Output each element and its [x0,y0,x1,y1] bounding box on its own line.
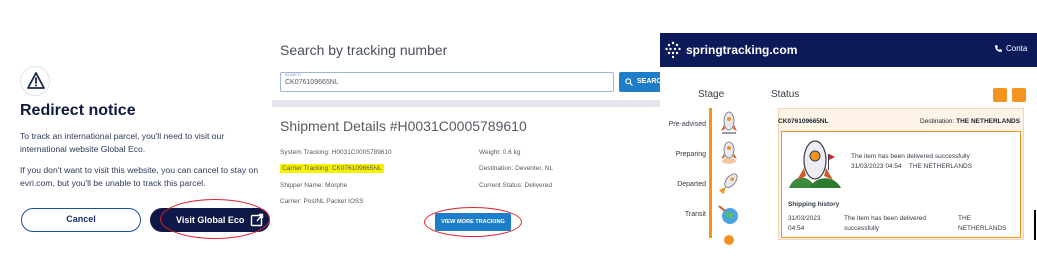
history-event: The item has been delivered [844,215,927,222]
system-tracking: System Tracking: H0031C0005789610 [280,149,392,156]
shipping-history-title: Shipping history [788,201,840,208]
divider-bar [272,100,660,107]
stage-timeline [709,108,712,238]
dialog-title: Redirect notice [20,102,136,119]
stage-header: Stage [698,89,725,100]
search-input[interactable]: SEARCH CK076109665NL [280,72,614,92]
shipment-details-title: Shipment Details #H0031C0005789610 [280,118,527,134]
annotation-circle [424,207,522,237]
redirect-dialog: Redirect notice To track an internationa… [0,0,272,271]
globe-icon [718,205,738,224]
stage-next-icon [724,235,734,245]
rocket-flying-icon [718,173,738,195]
stage-departed: Departed [677,181,706,188]
delivered-rocket-icon [789,140,841,188]
history-place: THE [958,215,971,222]
dialog-warning-message: If you don't want to visit this website,… [20,165,259,188]
stage-transit: Transit [684,211,706,218]
status-datetime: 31/03/2023 04:54 THE NETHERLANDS [851,163,972,170]
destination-label: Destination: [920,118,955,125]
phone-icon [995,45,1002,52]
status-header: Status [771,89,800,100]
contact-link[interactable]: Conta [995,44,1028,53]
current-status: Current Status: Delivered [479,182,552,189]
carrier: Carrier: PostNL Packet IOSS [280,198,364,205]
share-icon[interactable] [1012,88,1026,102]
weight: Weight: 0.6 kg [479,149,521,156]
history-time: 04:54 [788,225,805,232]
scrollbar-edge [1034,210,1036,240]
shipper-name: Shipper Name: Morphe [280,182,348,189]
site-header: springtracking.com Conta [660,33,1037,67]
copy-icon[interactable] [993,88,1007,102]
springtracking-page: springtracking.com Conta Stage Status Pr… [660,0,1037,271]
brand-name: springtracking.com [686,43,798,57]
page-title: Search by tracking number [280,42,448,58]
cancel-button[interactable]: Cancel [21,208,141,232]
history-event-cont: successfully [844,225,880,232]
search-icon [625,78,633,86]
destination: Destination: Deventer, NL [479,165,554,172]
destination-value: THE NETHERLANDS [956,118,1021,125]
tracking-id: CK076109665NL [778,118,829,125]
contact-label: Conta [1006,44,1028,53]
warning-icon [20,66,50,96]
search-input-value: CK076109665NL [285,79,339,86]
status-message: The item has been delivered successfully [851,153,970,160]
stage-pre-advised: Pre-advised [668,121,706,128]
status-place: THE NETHERLANDS [908,163,973,170]
carrier-tracking-row: Carrier Tracking: CK076109665NL [280,164,384,173]
rocket-icon [721,111,737,134]
tracking-search-page: Search by tracking number SEARCH CK07610… [272,0,669,271]
history-date: 31/03/2023 [788,215,821,222]
spring-logo-icon [665,41,681,59]
rocket-launch-icon [721,141,737,164]
carrier-tracking-highlight: Carrier Tracking: CK076109665NL [280,164,384,173]
stage-preparing: Preparing [675,151,706,158]
history-place-cont: NETHERLANDS [958,225,1007,232]
search-input-label: SEARCH [285,73,301,77]
destination: Destination: THE NETHERLANDS [920,118,1020,125]
status-datetime-value: 31/03/2023 04:54 [851,163,902,170]
dialog-message: To track an international parcel, you'll… [20,131,225,154]
annotation-circle [160,199,270,239]
